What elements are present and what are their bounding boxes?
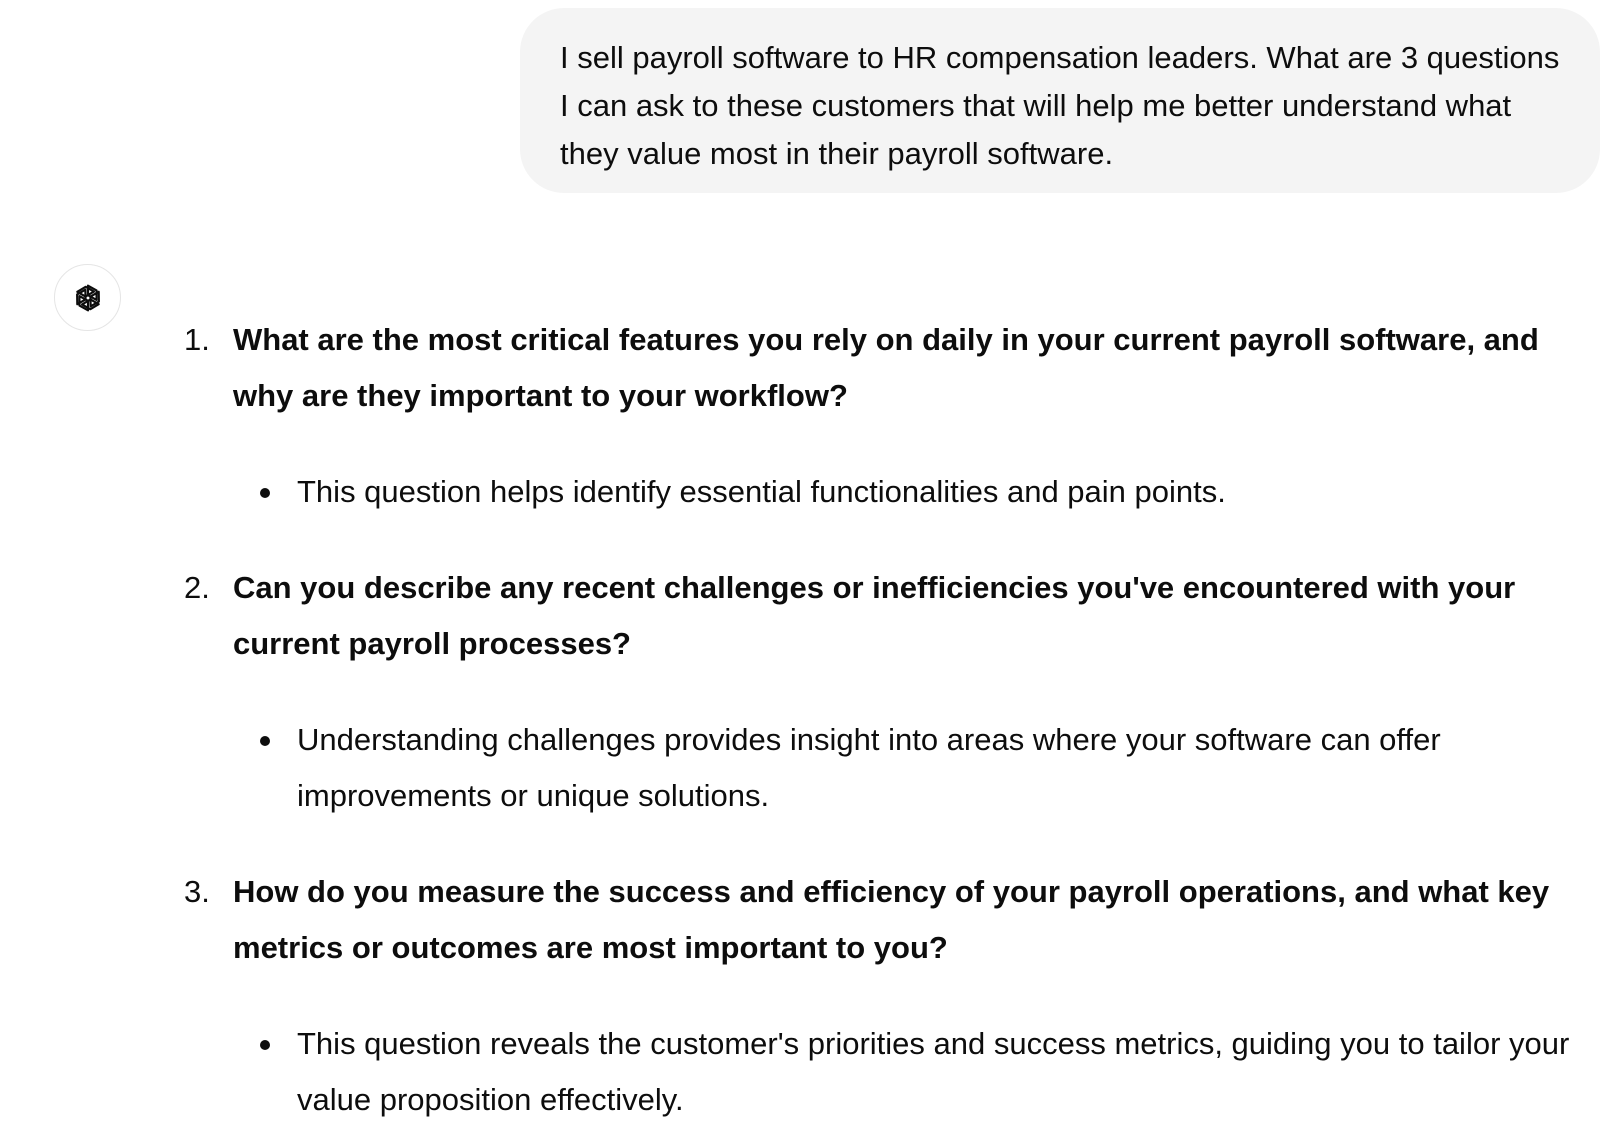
list-number: 1. bbox=[184, 322, 210, 357]
bullet-item: This question helps identify essential f… bbox=[260, 464, 1600, 520]
bullet-item: Understanding challenges provides insigh… bbox=[260, 712, 1600, 824]
assistant-answer: 1. What are the most critical features y… bbox=[180, 312, 1600, 1128]
bullet-dot-icon bbox=[260, 488, 270, 498]
user-message-text: I sell payroll software to HR compensati… bbox=[560, 40, 1560, 171]
bullet-item: This question reveals the customer's pri… bbox=[260, 1016, 1600, 1128]
bullet-text: This question reveals the customer's pri… bbox=[297, 1026, 1570, 1117]
bullet-dot-icon bbox=[260, 1040, 270, 1050]
openai-logo-icon bbox=[75, 284, 100, 311]
list-item: 3. How do you measure the success and ef… bbox=[180, 864, 1600, 1128]
list-number: 2. bbox=[184, 570, 210, 605]
question-text: What are the most critical features you … bbox=[233, 322, 1539, 413]
list-item: 1. What are the most critical features y… bbox=[180, 312, 1600, 520]
bullet-text: This question helps identify essential f… bbox=[297, 474, 1226, 509]
assistant-avatar bbox=[54, 264, 121, 331]
bullet-dot-icon bbox=[260, 736, 270, 746]
bullet-text: Understanding challenges provides insigh… bbox=[297, 722, 1441, 813]
list-item: 2. Can you describe any recent challenge… bbox=[180, 560, 1600, 824]
list-number: 3. bbox=[184, 874, 210, 909]
question-text: Can you describe any recent challenges o… bbox=[233, 570, 1516, 661]
question-text: How do you measure the success and effic… bbox=[233, 874, 1550, 965]
user-message-bubble: I sell payroll software to HR compensati… bbox=[520, 8, 1600, 193]
